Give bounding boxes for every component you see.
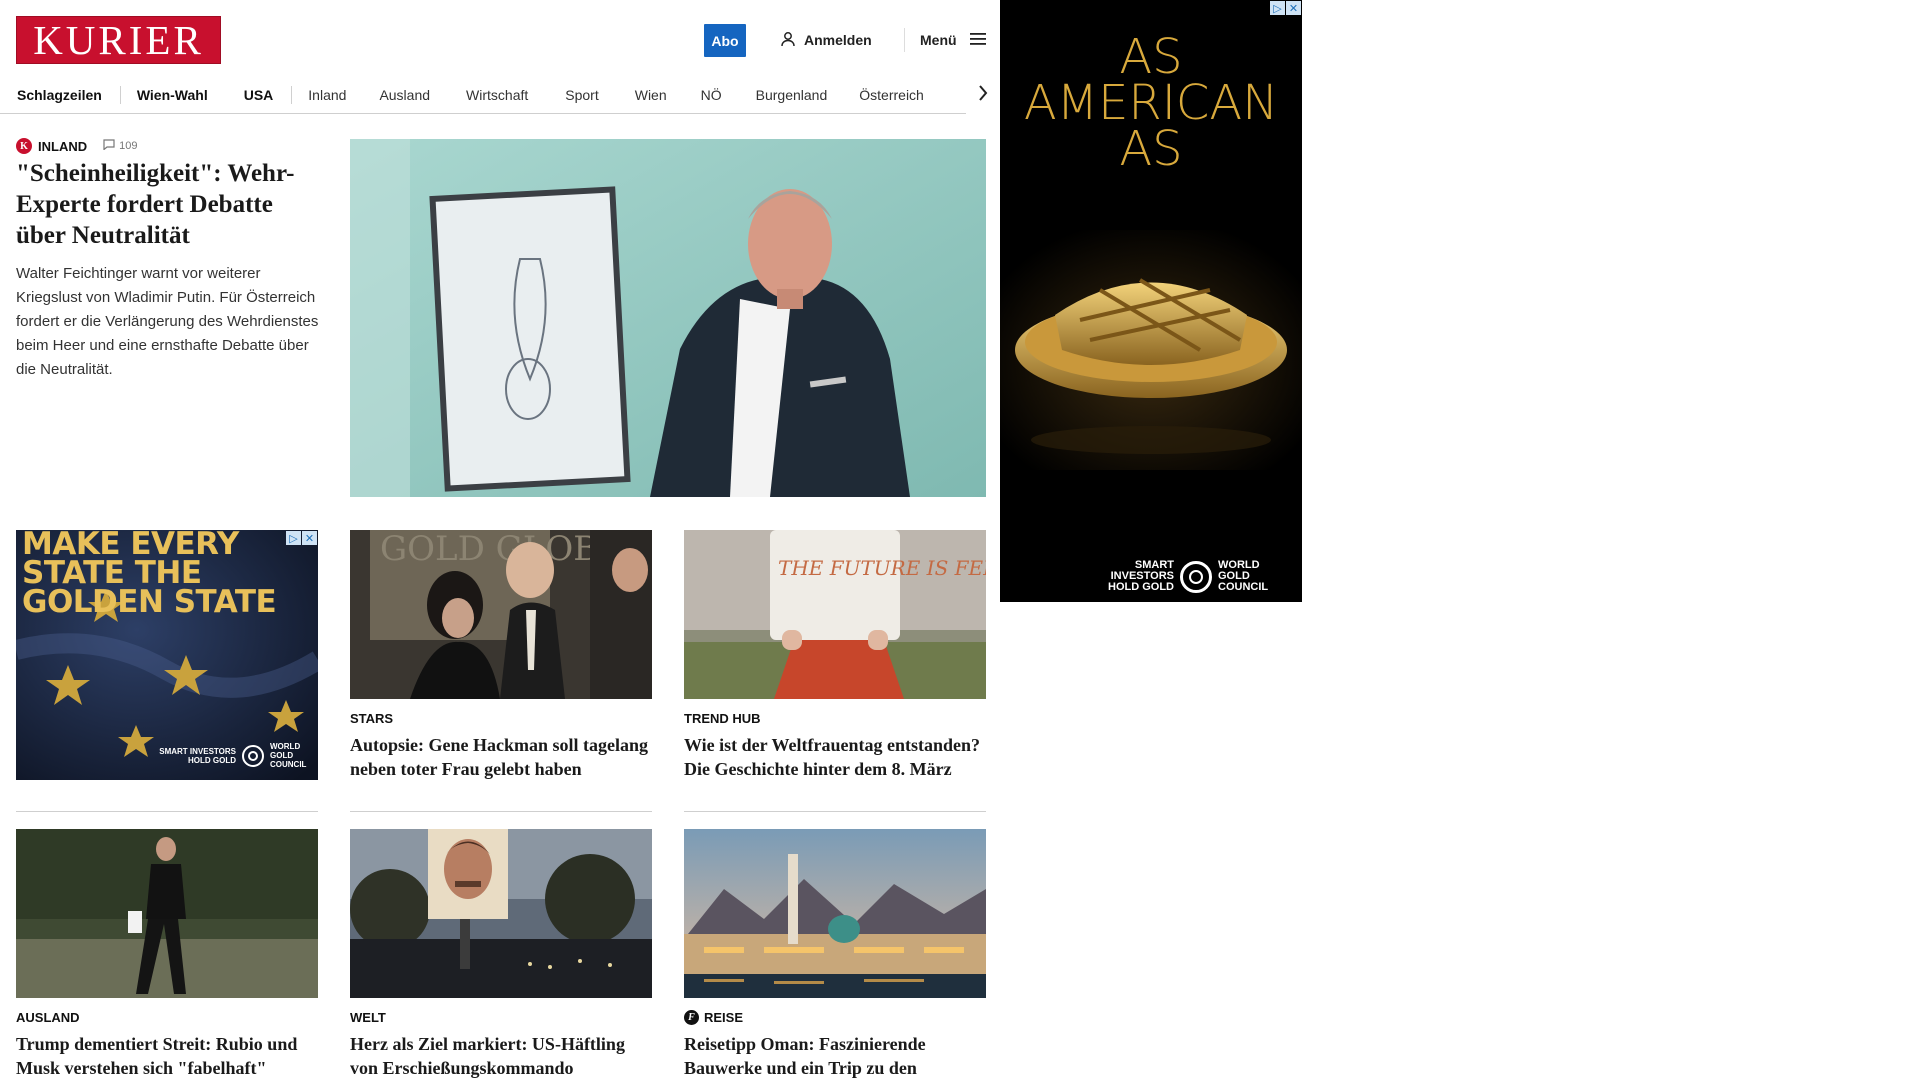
ad-right-badges: ▷ ✕: [1270, 1, 1301, 15]
login-label: Anmelden: [804, 32, 872, 48]
nav-item-wien[interactable]: Wien: [635, 87, 701, 103]
comment-icon: [103, 139, 115, 153]
nav-divider: [119, 85, 121, 104]
ad-left-brand-name: WORLD GOLD COUNCIL: [270, 742, 307, 769]
nav-item-oesterreich[interactable]: Österreich: [859, 87, 942, 103]
article-category[interactable]: f REISE: [684, 1009, 986, 1025]
world-gold-council-logo-icon: [1180, 560, 1212, 593]
article-image[interactable]: [684, 829, 986, 998]
article-category-label: REISE: [704, 1009, 744, 1025]
ad-right-headline: AS AMERICAN AS: [1023, 29, 1279, 177]
ad-left-brand: SMART INVESTORS HOLD GOLD WORLD GOLD COU…: [156, 742, 310, 769]
nav-item-sport[interactable]: Sport: [565, 87, 634, 103]
article-headline[interactable]: Trump dementiert Streit: Rubio und Musk …: [16, 1032, 318, 1080]
nav-item-noe[interactable]: NÖ: [701, 87, 756, 103]
article-category[interactable]: WELT: [350, 1009, 652, 1025]
article-card[interactable]: AUSLAND Trump dementiert Streit: Rubio u…: [16, 829, 318, 1080]
abo-button[interactable]: Abo: [704, 24, 746, 57]
comment-count[interactable]: 109: [103, 139, 137, 153]
nav-item-inland[interactable]: Inland: [308, 87, 379, 103]
login-button[interactable]: Anmelden: [780, 29, 872, 51]
pillow-text: THE FUTURE IS FEMALE: [778, 556, 986, 580]
ad-skyscraper-right[interactable]: AS AMERICAN AS SMART INVESTORS HOLD GOLD…: [1000, 0, 1302, 602]
top-bar: KURIER Abo Anmelden Menü: [0, 0, 1000, 76]
menu-label: Menü: [920, 32, 957, 48]
row-divider: [16, 811, 318, 812]
ad-left-headline: MAKE EVERY STATE THE GOLDEN STATE: [22, 530, 277, 620]
adchoices-icon[interactable]: ▷: [1270, 1, 1285, 15]
hamburger-icon: [969, 32, 987, 49]
lead-category[interactable]: INLAND: [38, 139, 87, 154]
article-headline[interactable]: Reisetipp Oman: Faszinierende Bauwerke u…: [684, 1032, 986, 1080]
article-card[interactable]: WELT Herz als Ziel markiert: US-Häftling…: [350, 829, 652, 1080]
nav-item-wien-wahl[interactable]: Wien-Wahl: [137, 87, 244, 103]
chevron-right-icon: [978, 84, 988, 106]
nav-divider: [291, 85, 293, 104]
kurier-logo[interactable]: KURIER: [16, 16, 221, 64]
article-headline[interactable]: Herz als Ziel markiert: US-Häftling von …: [350, 1032, 652, 1080]
ad-right-brand-name: WORLD GOLD COUNCIL: [1218, 559, 1269, 593]
row-divider: [684, 811, 986, 812]
article-image[interactable]: [350, 829, 652, 998]
kurier-freizeit-icon: f: [684, 1009, 699, 1025]
article-category[interactable]: AUSLAND: [16, 1009, 318, 1025]
ad-left-tagline: SMART INVESTORS HOLD GOLD: [159, 746, 236, 765]
article-card[interactable]: THE FUTURE IS FEMALE TREND HUB Wie ist d…: [684, 530, 986, 781]
menu-button[interactable]: Menü: [920, 29, 987, 51]
article-card[interactable]: GOLD GLOB AWARD STARS Autopsie: Gene Hac…: [350, 530, 652, 781]
lead-meta: K INLAND 109: [16, 138, 137, 154]
comment-count-value: 109: [119, 140, 138, 152]
news-site: KURIER Abo Anmelden Menü Schlagzeilen Wi…: [0, 0, 1000, 1080]
nav-item-usa[interactable]: USA: [244, 87, 292, 103]
header-divider: [904, 28, 905, 52]
world-gold-council-logo-icon: [242, 744, 264, 767]
article-card[interactable]: f REISE Reisetipp Oman: Faszinierende Ba…: [684, 829, 986, 1080]
user-icon: [780, 31, 796, 50]
nav-item-ausland[interactable]: Ausland: [379, 87, 466, 103]
ad-right-tagline: SMART INVESTORS HOLD GOLD: [1108, 559, 1174, 593]
ad-right-brand: SMART INVESTORS HOLD GOLD WORLD GOLD COU…: [1082, 560, 1268, 593]
article-headline[interactable]: Wie ist der Weltfrauentag entstanden? Di…: [684, 733, 986, 781]
article-category[interactable]: STARS: [350, 710, 652, 726]
article-image[interactable]: THE FUTURE IS FEMALE: [684, 530, 986, 699]
kurier-plus-badge: K: [16, 138, 32, 154]
ad-left-badges: ▷ ✕: [286, 531, 317, 545]
nav-item-wirtschaft[interactable]: Wirtschaft: [466, 87, 565, 103]
adchoices-icon[interactable]: ▷: [286, 531, 301, 545]
ad-banner-left[interactable]: MAKE EVERY STATE THE GOLDEN STATE SMART …: [16, 530, 318, 780]
lead-teaser[interactable]: Walter Feichtinger warnt vor weiterer Kr…: [16, 262, 322, 382]
gold-pie-image: [1000, 230, 1302, 470]
lead-image[interactable]: [350, 139, 986, 497]
article-headline[interactable]: Autopsie: Gene Hackman soll tagelang neb…: [350, 733, 652, 781]
nav-item-schlagzeilen[interactable]: Schlagzeilen: [17, 87, 120, 103]
nav-scroll-right-button[interactable]: [966, 76, 1000, 114]
close-icon[interactable]: ✕: [302, 531, 317, 545]
lead-headline[interactable]: "Scheinheiligkeit": Wehr-Experte fordert…: [16, 158, 322, 251]
article-image[interactable]: GOLD GLOB AWARD: [350, 530, 652, 699]
main-nav: Schlagzeilen Wien-Wahl USA Inland Auslan…: [0, 76, 1000, 114]
row-divider: [350, 811, 652, 812]
nav-item-burgenland[interactable]: Burgenland: [756, 87, 860, 103]
article-category[interactable]: TREND HUB: [684, 710, 986, 726]
close-icon[interactable]: ✕: [1286, 1, 1301, 15]
article-image[interactable]: [16, 829, 318, 998]
